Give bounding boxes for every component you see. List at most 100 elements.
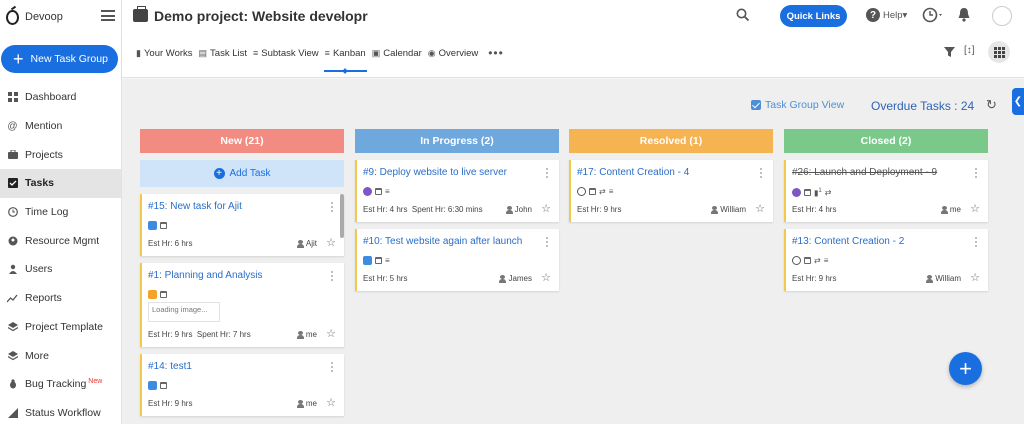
repeat-icon: ⇄	[599, 187, 606, 196]
card-menu-icon[interactable]	[975, 237, 978, 247]
tab-subtask-view[interactable]: ≡ Subtask View	[253, 48, 319, 59]
task-card[interactable]: #9: Deploy website to live server ≡ Est …	[355, 160, 559, 222]
person-icon	[940, 205, 948, 214]
user-avatar[interactable]	[992, 6, 1012, 26]
column-scrollbar[interactable]	[340, 194, 344, 238]
task-card[interactable]: #17: Content Creation - 4 ⇄ ≡ Est Hr: 9 h…	[569, 160, 773, 222]
task-group-view-toggle[interactable]: Task Group View	[751, 99, 844, 111]
sidebar-item-projects[interactable]: Projects	[0, 140, 121, 169]
task-card[interactable]: #10: Test website again after launch ≡ E…	[355, 229, 559, 291]
filter-icon[interactable]	[944, 46, 955, 60]
bell-icon[interactable]	[957, 7, 971, 26]
star-icon[interactable]: ☆	[970, 202, 980, 215]
star-icon[interactable]: ☆	[326, 327, 336, 340]
subtask-icon: ≡	[608, 187, 614, 196]
quick-links-button[interactable]: Quick Links	[780, 5, 847, 27]
card-menu-icon[interactable]	[546, 168, 549, 178]
task-title[interactable]: #10: Test website again after launch	[363, 236, 522, 247]
task-type-icon	[577, 187, 586, 196]
sidebar-item-resource-mgmt[interactable]: Resource Mgmt	[0, 226, 121, 255]
help-icon: ?	[866, 8, 880, 22]
card-menu-icon[interactable]	[760, 168, 763, 178]
layers-icon	[7, 350, 18, 361]
comment-icon: ▮1	[814, 188, 822, 198]
task-card[interactable]: #13: Content Creation - 2 ⇄ ≡ Est Hr: 9 h…	[784, 229, 988, 291]
tab-label: Task List	[210, 47, 248, 59]
task-card[interactable]: #26: Launch and Deployment - 9 ▮1 ⇄ Est H…	[784, 160, 988, 222]
assignee: William	[926, 274, 961, 283]
sidebar-item-more[interactable]: More	[0, 341, 121, 370]
task-title[interactable]: #1: Planning and Analysis	[148, 270, 263, 281]
sidebar-item-label: Mention	[25, 120, 63, 133]
plus-icon: +	[13, 49, 24, 69]
star-icon[interactable]: ☆	[541, 202, 551, 215]
calendar-icon	[160, 291, 167, 298]
search-icon[interactable]	[736, 8, 750, 22]
sidebar-item-users[interactable]: Users	[0, 255, 121, 284]
card-menu-icon[interactable]	[975, 168, 978, 178]
hamburger-menu-icon[interactable]	[101, 10, 115, 21]
attachment-image[interactable]: Loading image...	[148, 302, 220, 322]
sidebar-item-reports[interactable]: Reports	[0, 284, 121, 313]
estimate-hours: Est Hr: 9 hrs	[577, 205, 622, 214]
person-icon	[926, 274, 934, 283]
user-icon	[7, 264, 18, 275]
help-menu[interactable]: ? Help ▾	[866, 8, 907, 22]
collapse-panel-chevron-icon[interactable]: ❮	[1012, 88, 1024, 115]
apps-grid-button[interactable]	[988, 41, 1010, 63]
task-type-icon	[148, 221, 157, 230]
tab-calendar[interactable]: ▣ Calendar	[372, 48, 422, 59]
star-icon[interactable]: ☆	[326, 236, 336, 249]
workflow-icon	[7, 407, 18, 418]
sidebar-item-status-workflow[interactable]: Status Workflow	[0, 399, 121, 424]
dashboard-icon	[7, 92, 18, 103]
card-menu-icon[interactable]	[331, 271, 334, 281]
sidebar: Devoop + New Task Group Dashboard @ Ment…	[0, 0, 122, 424]
sidebar-item-project-template[interactable]: Project Template	[0, 313, 121, 342]
star-icon[interactable]: ☆	[755, 202, 765, 215]
subtask-icon: ≡	[823, 256, 829, 265]
estimate-hours: Est Hr: 9 hrs	[792, 274, 837, 283]
task-card[interactable]: #14: test1 Est Hr: 9 hrs me ☆	[140, 354, 344, 416]
tab-kanban[interactable]: ≡ Kanban	[323, 48, 367, 72]
tab-your-works[interactable]: ▮ Your Works	[136, 48, 193, 59]
more-tabs-icon[interactable]: •••	[488, 46, 504, 60]
new-task-group-button[interactable]: + New Task Group	[1, 45, 118, 73]
sidebar-item-bug-tracking[interactable]: Bug Tracking New	[0, 370, 121, 399]
star-icon[interactable]: ☆	[970, 271, 980, 284]
assignee: Ajit	[296, 239, 317, 248]
sidebar-item-time-log[interactable]: Time Log	[0, 198, 121, 227]
list-icon: ▤	[198, 47, 208, 58]
sidebar-item-dashboard[interactable]: Dashboard	[0, 83, 121, 112]
task-card[interactable]: #15: New task for Ajit Est Hr: 6 hrs Aji…	[140, 194, 344, 256]
task-title[interactable]: #9: Deploy website to live server	[363, 167, 507, 178]
tab-task-list[interactable]: ▤ Task List	[199, 48, 247, 59]
card-menu-icon[interactable]	[331, 362, 334, 372]
tab-overview[interactable]: ◉ Overview	[428, 48, 478, 59]
task-type-icon	[148, 290, 157, 299]
refresh-icon[interactable]: ↻	[986, 97, 997, 113]
task-card[interactable]: #1: Planning and Analysis Loading image.…	[140, 263, 344, 347]
task-title[interactable]: #15: New task for Ajit	[148, 201, 242, 212]
recent-clock-icon[interactable]	[922, 7, 944, 26]
chevron-down-icon[interactable]: ⌄	[336, 9, 345, 22]
sidebar-item-tasks[interactable]: Tasks	[0, 169, 121, 198]
sidebar-item-label: Time Log	[25, 206, 69, 219]
star-icon[interactable]: ☆	[326, 396, 336, 409]
add-task-fab-button[interactable]: +	[949, 352, 982, 385]
sidebar-item-mention[interactable]: @ Mention	[0, 112, 121, 141]
column-resolved: Resolved (1) #17: Content Creation - 4 ⇄…	[569, 129, 773, 222]
task-title[interactable]: #13: Content Creation - 2	[792, 236, 904, 247]
expand-icon[interactable]: [↕]	[964, 45, 975, 56]
card-menu-icon[interactable]	[546, 237, 549, 247]
task-title[interactable]: #26: Launch and Deployment - 9	[792, 167, 937, 178]
task-title[interactable]: #14: test1	[148, 361, 192, 372]
add-task-button[interactable]: + Add Task	[140, 160, 344, 187]
overdue-tasks-count[interactable]: Overdue Tasks : 24	[871, 99, 974, 113]
column-header: Closed (2)	[784, 129, 988, 153]
person-icon	[296, 239, 304, 248]
task-title[interactable]: #17: Content Creation - 4	[577, 167, 689, 178]
star-icon[interactable]: ☆	[541, 271, 551, 284]
assignee: me	[940, 205, 961, 214]
card-menu-icon[interactable]	[331, 202, 334, 212]
